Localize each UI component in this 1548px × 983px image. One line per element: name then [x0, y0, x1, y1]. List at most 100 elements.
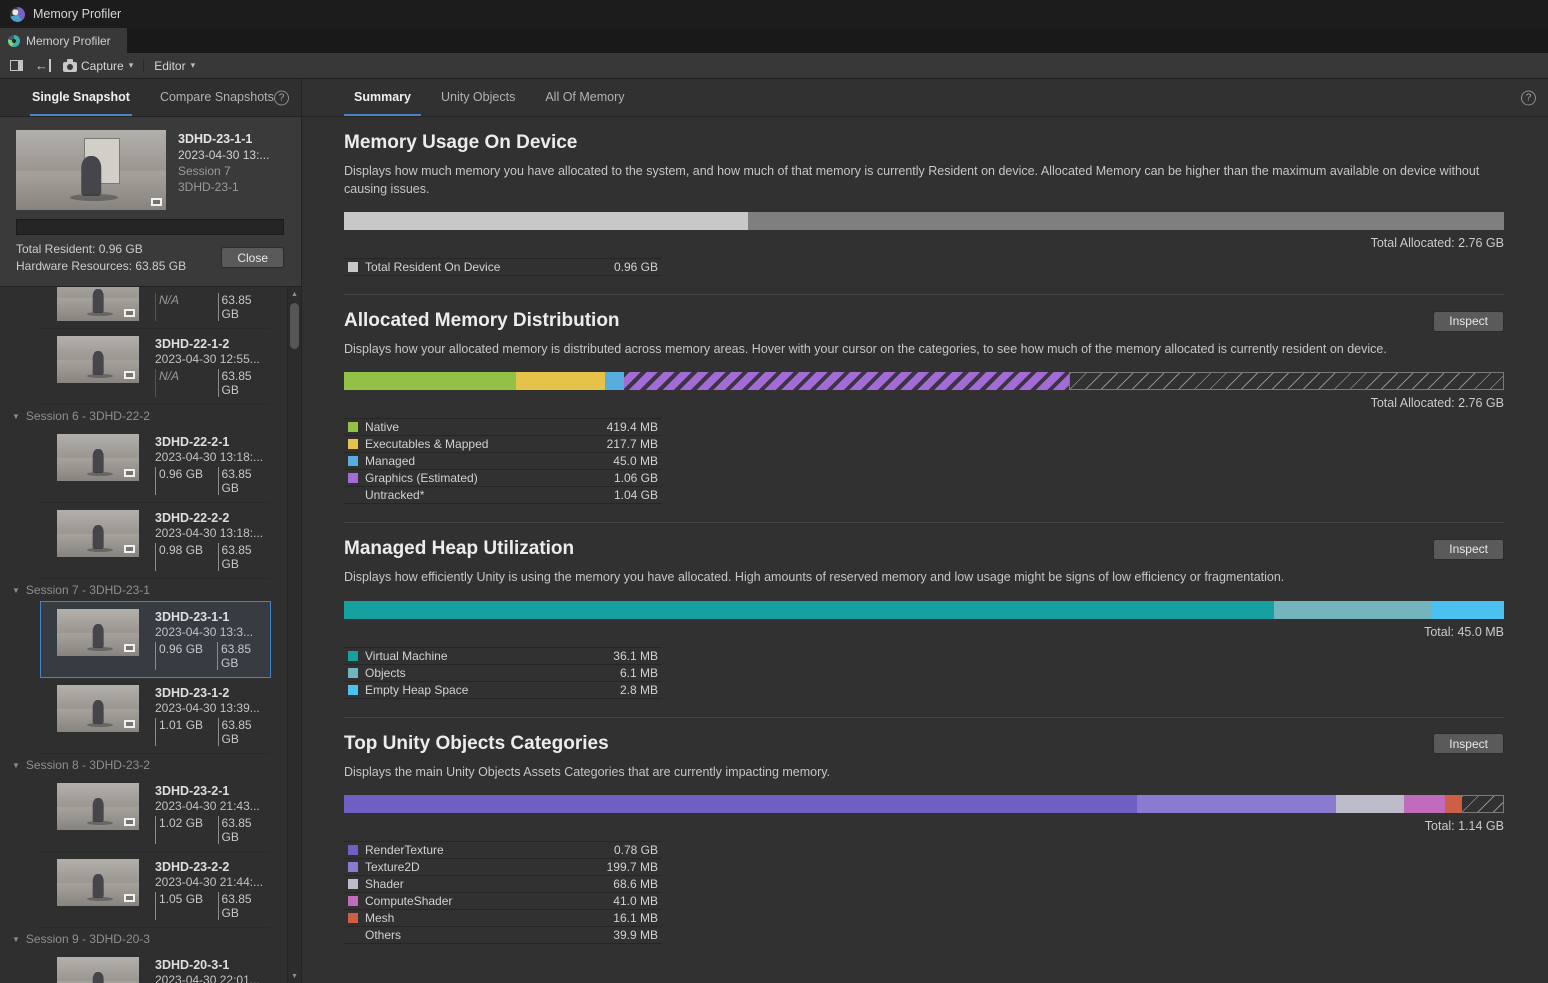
tab-single-snapshot[interactable]: Single Snapshot	[30, 79, 132, 116]
legend-row[interactable]: Texture2D199.7 MB	[344, 859, 662, 876]
bar-segment-managed[interactable]	[605, 372, 624, 390]
snapshot-hardware-size: 63.85 GB	[218, 816, 271, 844]
legend-swatch	[348, 845, 358, 855]
close-button[interactable]: Close	[221, 247, 284, 268]
bar-segment-rendertexture[interactable]	[344, 795, 1137, 813]
bar-segment-shader[interactable]	[1336, 795, 1404, 813]
scroll-up-icon[interactable]: ▲	[288, 287, 301, 301]
bar-segment-untracked[interactable]	[1069, 372, 1504, 390]
scrollbar-track[interactable]	[288, 301, 301, 969]
tab-summary[interactable]: Summary	[344, 79, 421, 116]
chevron-down-icon: ▾	[191, 60, 196, 71]
session-header[interactable]: ▼Session 6 - 3DHD-22-2	[0, 405, 287, 427]
section-managed-heap-utilization: Managed Heap Utilization Inspect Display…	[344, 522, 1504, 716]
bar-segment-computeshader[interactable]	[1404, 795, 1445, 813]
snapshot-row[interactable]: 3DHD-22-2-12023-04-30 13:18:...0.96 GB63…	[40, 427, 271, 503]
session-header[interactable]: ▼Session 7 - 3DHD-23-1	[0, 579, 287, 601]
tab-all-of-memory[interactable]: All Of Memory	[535, 79, 634, 116]
capture-button[interactable]: Capture ▾	[58, 56, 138, 76]
snapshot-thumbnail	[57, 859, 139, 906]
scrollbar-thumb[interactable]	[290, 303, 299, 349]
help-icon[interactable]: ?	[274, 90, 289, 105]
snapshot-list-scrollbar[interactable]: ▲ ▼	[287, 287, 301, 983]
bar-segment-empty-heap-space[interactable]	[1432, 601, 1504, 619]
snapshot-name: 3DHD-22-2-1	[155, 435, 271, 449]
editor-dropdown[interactable]: Editor ▾	[149, 56, 200, 76]
legend-row[interactable]: Managed45.0 MB	[344, 453, 662, 470]
snapshot-thumbnail	[57, 434, 139, 481]
snapshot-row[interactable]: 3DHD-20-3-12023-04-30 22:01...N/A63.85 G…	[40, 950, 271, 983]
bar-segment-mesh[interactable]	[1445, 795, 1461, 813]
tab-compare-snapshots[interactable]: Compare Snapshots	[158, 79, 276, 116]
snapshot-row[interactable]: 3DHD-23-2-12023-04-30 21:43...1.02 GB63.…	[40, 776, 271, 852]
bar-segment-texture2d[interactable]	[1137, 795, 1335, 813]
bar-segment-others[interactable]	[1461, 795, 1504, 813]
collapse-icon: ▼	[12, 935, 20, 944]
scroll-down-icon[interactable]: ▼	[288, 969, 301, 983]
thumbnail-shadow	[87, 548, 113, 552]
thumbnail-shadow	[87, 374, 113, 378]
thumbnail-figure	[93, 874, 104, 898]
unity-objects-bar[interactable]	[344, 795, 1504, 813]
screen-icon	[151, 198, 162, 206]
help-icon[interactable]: ?	[1521, 90, 1536, 105]
snapshot-resident-size: 1.05 GB	[155, 892, 218, 920]
chevron-down-icon[interactable]: ▾	[129, 60, 134, 71]
inspect-button[interactable]: Inspect	[1433, 733, 1504, 754]
total-label: Total: 1.14 GB	[344, 819, 1504, 833]
bar-segment-native[interactable]	[344, 372, 516, 390]
snapshot-row[interactable]: 3DHD-23-1-22023-04-30 13:39...1.01 GB63.…	[40, 678, 271, 754]
section-memory-usage-on-device: Memory Usage On Device Displays how much…	[344, 117, 1504, 294]
snapshot-hardware-size: 63.85 GB	[218, 369, 271, 397]
snapshot-row[interactable]: 3DHD-23-1-12023-04-30 13:3...0.96 GB63.8…	[40, 601, 271, 678]
thumbnail-shadow	[87, 723, 113, 727]
memory-usage-bar[interactable]	[344, 212, 1504, 230]
collapse-icon: ▼	[12, 761, 20, 770]
tab-unity-objects[interactable]: Unity Objects	[431, 79, 525, 116]
bar-segment-objects[interactable]	[1274, 601, 1432, 619]
legend-row[interactable]: Objects6.1 MB	[344, 665, 662, 682]
managed-heap-bar[interactable]	[344, 601, 1504, 619]
bar-segment-resident[interactable]	[344, 212, 748, 230]
legend-label: Empty Heap Space	[365, 683, 620, 697]
bar-segment-executables-and-mapped[interactable]	[516, 372, 605, 390]
legend-row[interactable]: Shader68.6 MB	[344, 876, 662, 893]
sidebar-tab-bar: Single Snapshot Compare Snapshots ?	[0, 79, 301, 117]
details-panel-toggle-button[interactable]	[5, 56, 28, 76]
session-header[interactable]: ▼Session 9 - 3DHD-20-3	[0, 928, 287, 950]
snapshot-resident-size: 0.98 GB	[155, 543, 218, 571]
snapshot-name: 3DHD-22-2-2	[155, 511, 271, 525]
session-header[interactable]: ▼ Session 8 - 3DHD-23-2	[0, 754, 287, 776]
snapshot-row[interactable]: 3DHD-22-2-22023-04-30 13:18:...0.98 GB63…	[40, 503, 271, 579]
bar-segment-virtual-machine[interactable]	[344, 601, 1274, 619]
bar-segment-allocated[interactable]	[748, 212, 1504, 230]
thumbnail-figure	[81, 156, 101, 196]
bar-segment-graphics-estimated[interactable]	[624, 372, 1069, 390]
import-icon: ←	[35, 59, 51, 72]
snapshot-card-info: 3DHD-23-1-1 2023-04-30 13:... Session 7 …	[178, 130, 269, 210]
inspect-button[interactable]: Inspect	[1433, 311, 1504, 332]
legend-row[interactable]: Untracked*1.04 GB	[344, 487, 662, 504]
legend-row[interactable]: Mesh16.1 MB	[344, 910, 662, 927]
legend-row[interactable]: Executables & Mapped217.7 MB	[344, 436, 662, 453]
session-label: Session 8 - 3DHD-23-2	[26, 758, 150, 772]
window-tab-memory-profiler[interactable]: Memory Profiler	[0, 28, 127, 53]
legend-row[interactable]: Virtual Machine36.1 MB	[344, 648, 662, 665]
allocated-memory-bar[interactable]	[344, 372, 1504, 390]
snapshot-hardware-size: 63.85 GB	[218, 892, 271, 920]
legend-row[interactable]: Total Resident On Device0.96 GB	[344, 259, 662, 276]
inspect-button[interactable]: Inspect	[1433, 539, 1504, 560]
screen-icon	[124, 720, 135, 728]
window-titlebar: Memory Profiler	[0, 0, 1548, 28]
legend-row[interactable]: Empty Heap Space2.8 MB	[344, 682, 662, 699]
snapshot-row[interactable]: 3DHD-22-1-22023-04-30 12:55...N/A63.85 G…	[40, 329, 271, 405]
session-label: Session 6 - 3DHD-22-2	[26, 409, 150, 423]
snapshot-row[interactable]: 2023-04-30 12:54...N/A63.85 GB	[40, 287, 271, 329]
legend-row[interactable]: RenderTexture0.78 GB	[344, 842, 662, 859]
load-snapshot-button[interactable]: ←	[30, 56, 56, 76]
legend-row[interactable]: Others39.9 MB	[344, 927, 662, 944]
snapshot-row[interactable]: 3DHD-23-2-22023-04-30 21:44:...1.05 GB63…	[40, 852, 271, 928]
legend-row[interactable]: ComputeShader41.0 MB	[344, 893, 662, 910]
legend-row[interactable]: Graphics (Estimated)1.06 GB	[344, 470, 662, 487]
legend-row[interactable]: Native419.4 MB	[344, 419, 662, 436]
